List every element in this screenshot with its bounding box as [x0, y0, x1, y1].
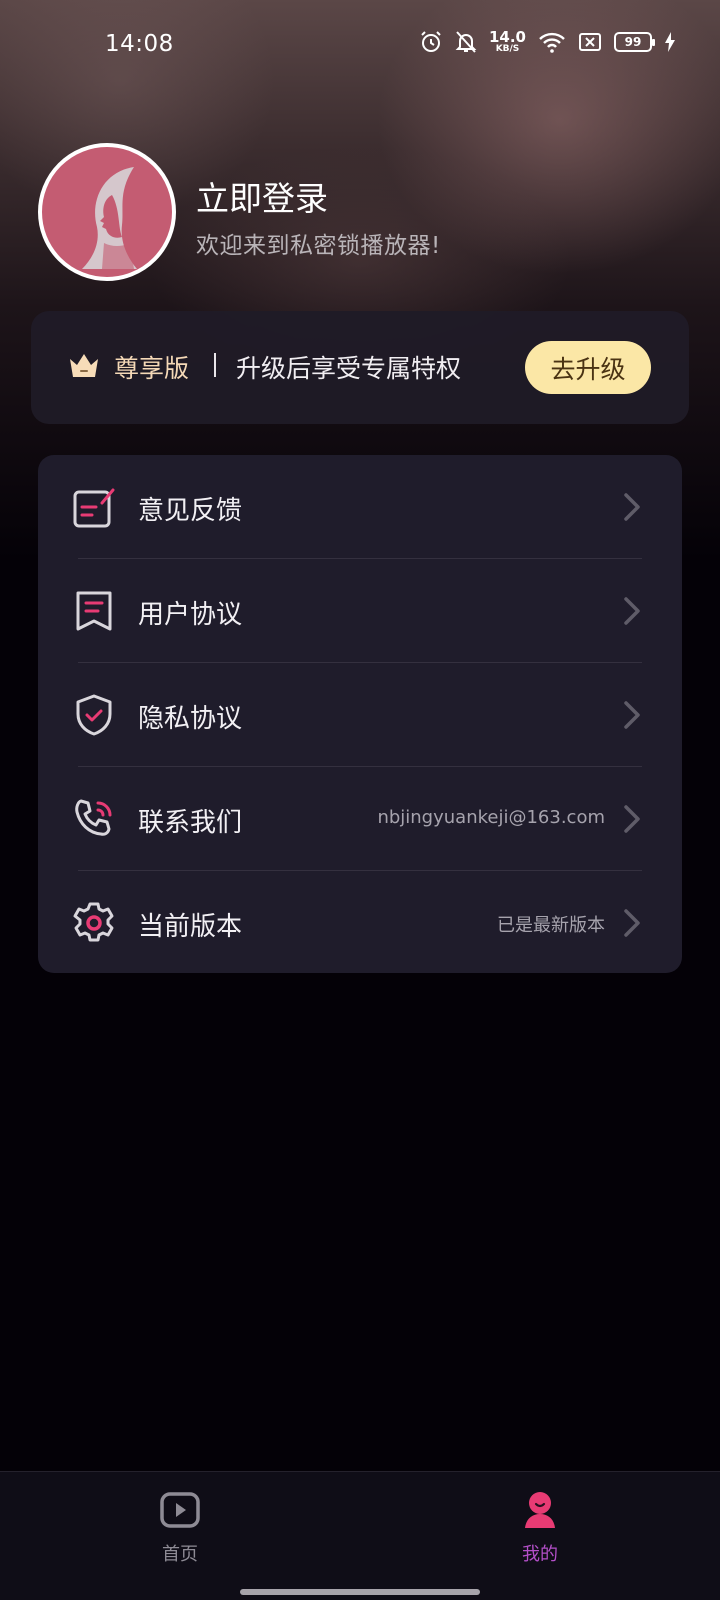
menu-item-label: 意见反馈	[138, 496, 243, 526]
menu-item-label: 联系我们	[138, 808, 243, 838]
upgrade-button[interactable]: 去升级	[525, 341, 651, 394]
menu-item-privacy-policy[interactable]: 隐私协议	[38, 663, 682, 767]
tab-mine[interactable]: 我的	[480, 1490, 600, 1566]
network-speed-value: 14.0	[488, 28, 526, 46]
sim-off-icon	[579, 33, 601, 51]
contact-email: nbjingyuankeji@163.com	[377, 807, 605, 828]
tab-home-label: 首页	[162, 1544, 198, 1565]
network-speed: 14.0 KB/S	[489, 30, 526, 54]
menu-item-label: 用户协议	[138, 600, 243, 630]
menu-item-label: 隐私协议	[138, 704, 243, 734]
shield-check-icon	[76, 694, 112, 736]
profile-icon	[525, 1492, 555, 1528]
chevron-right-icon	[624, 805, 640, 833]
bell-off-icon	[455, 31, 477, 53]
bottom-navigation: 首页 我的	[0, 1471, 720, 1600]
vip-label: 尊享版	[114, 354, 190, 383]
vip-separator	[214, 353, 216, 377]
home-indicator	[240, 1589, 480, 1595]
feedback-icon	[73, 488, 115, 528]
status-icons: 14.0 KB/S 99	[419, 30, 676, 54]
alarm-icon	[421, 31, 441, 52]
charging-icon	[665, 32, 675, 52]
settings-menu: 意见反馈 用户协议 隐私协议 联系我们 nbjingyuankeji@163.c…	[38, 455, 682, 973]
chevron-right-icon	[624, 909, 640, 937]
network-speed-unit: KB/S	[495, 44, 520, 54]
battery-icon: 99	[614, 32, 655, 52]
chevron-right-icon	[624, 701, 640, 729]
bookmark-doc-icon	[76, 591, 112, 631]
vip-card[interactable]: 尊享版 升级后享受专属特权 去升级	[31, 311, 689, 424]
menu-item-feedback[interactable]: 意见反馈	[38, 455, 682, 559]
status-bar: 14:08 14.0 KB/S 99	[0, 0, 720, 90]
menu-item-contact-us[interactable]: 联系我们 nbjingyuankeji@163.com	[38, 767, 682, 871]
avatar[interactable]	[38, 143, 176, 281]
wifi-icon	[539, 32, 565, 53]
login-title[interactable]: 立即登录	[196, 172, 328, 220]
play-icon	[160, 1492, 200, 1528]
battery-level: 99	[624, 35, 642, 49]
chevron-right-icon	[624, 493, 640, 521]
menu-item-user-agreement[interactable]: 用户协议	[38, 559, 682, 663]
tab-mine-label: 我的	[522, 1544, 558, 1565]
avatar-woman-silhouette-icon	[82, 167, 137, 269]
phone-call-icon	[75, 799, 112, 836]
gear-icon	[73, 902, 114, 942]
menu-item-current-version[interactable]: 当前版本 已是最新版本	[38, 871, 682, 975]
vip-description: 升级后享受专属特权	[236, 354, 462, 383]
version-status: 已是最新版本	[497, 915, 605, 936]
crown-icon	[70, 354, 98, 377]
tab-home[interactable]: 首页	[120, 1490, 240, 1566]
welcome-subtitle: 欢迎来到私密锁播放器!	[196, 233, 441, 259]
status-time: 14:08	[105, 31, 174, 57]
menu-item-label: 当前版本	[138, 912, 243, 942]
chevron-right-icon	[624, 597, 640, 625]
